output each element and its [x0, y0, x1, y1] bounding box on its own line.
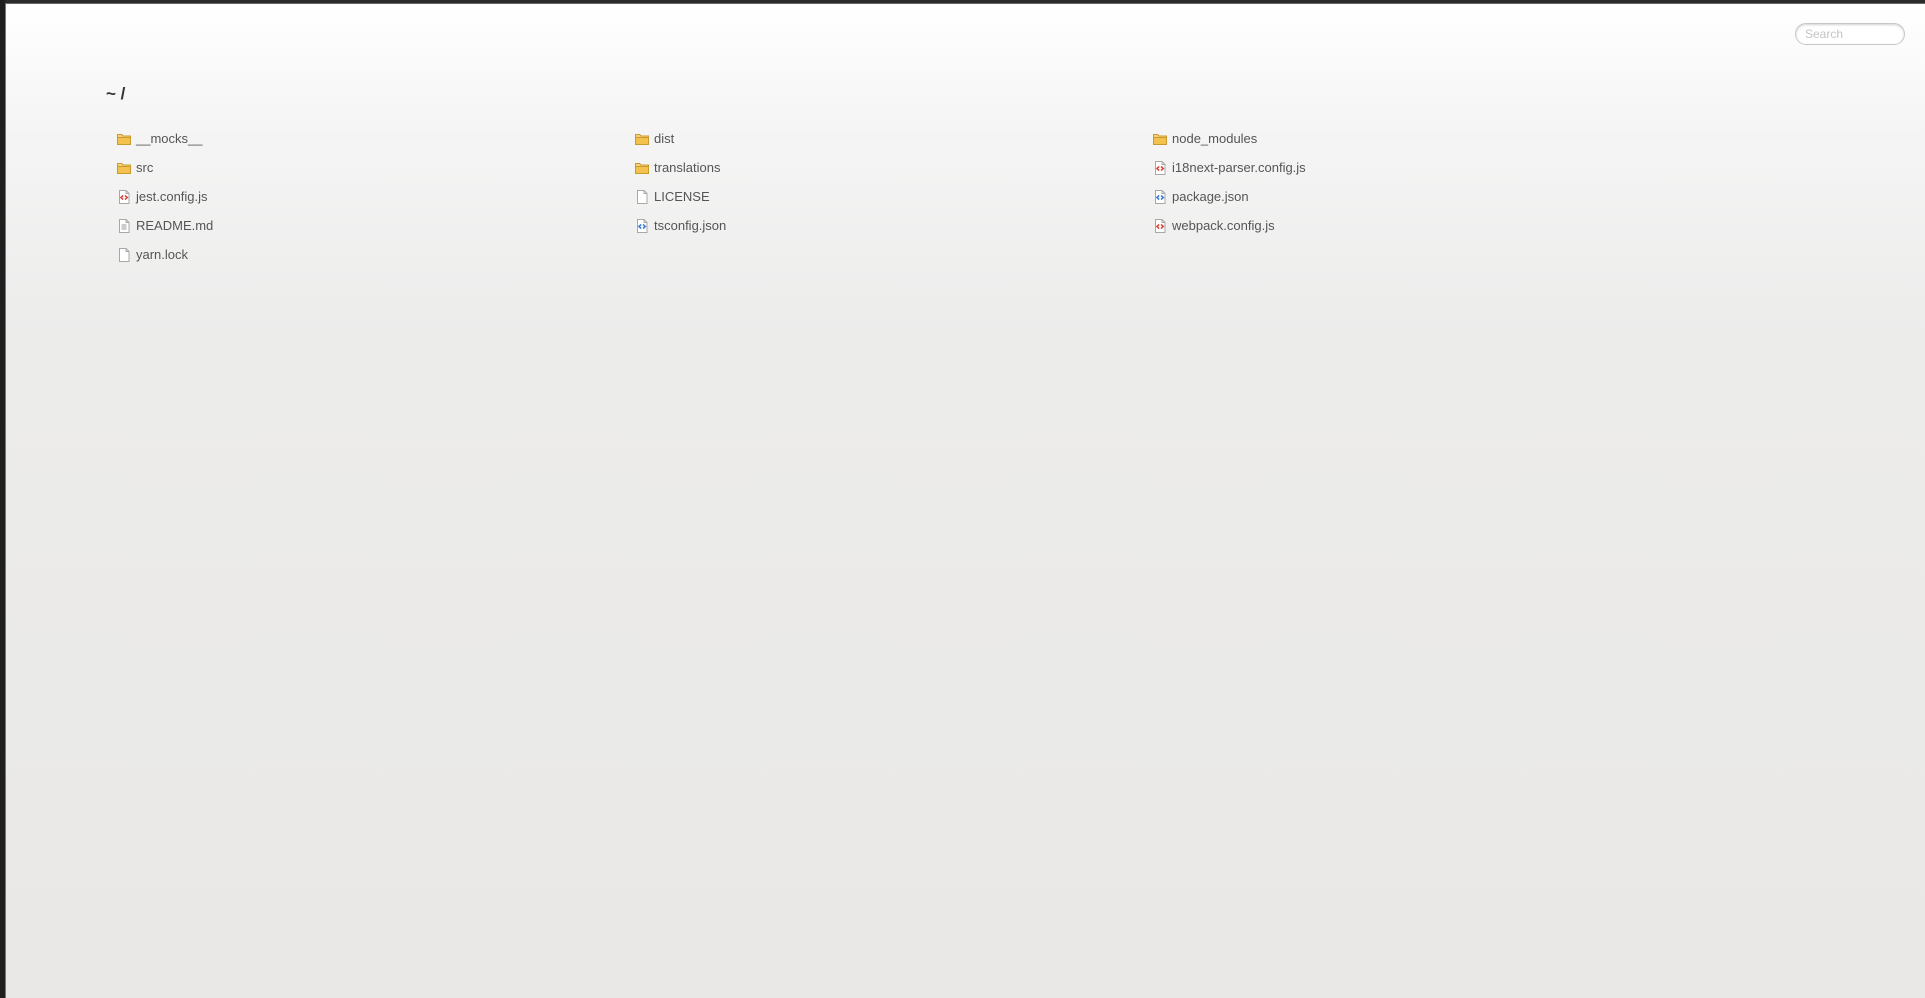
search-input[interactable] — [1795, 23, 1905, 45]
search-box — [1795, 23, 1905, 45]
file-item[interactable]: __mocks__ — [116, 124, 634, 153]
file-item[interactable]: package.json — [1152, 182, 1670, 211]
file-list: __mocks__ dist node_modulessrc translations… — [116, 124, 1670, 269]
blank-file-icon — [116, 247, 132, 263]
js-file-icon — [116, 189, 132, 205]
file-name: dist — [654, 131, 675, 146]
file-item[interactable]: src — [116, 153, 634, 182]
folder-icon — [1152, 131, 1168, 147]
file-name: package.json — [1172, 189, 1249, 204]
folder-icon — [116, 131, 132, 147]
folder-icon — [634, 131, 650, 147]
file-item[interactable]: yarn.lock — [116, 240, 634, 269]
file-item[interactable]: tsconfig.json — [634, 211, 1152, 240]
json-file-icon — [1152, 189, 1168, 205]
file-name: __mocks__ — [136, 131, 203, 146]
file-name: webpack.config.js — [1172, 218, 1275, 233]
file-item[interactable]: i18next-parser.config.js — [1152, 153, 1670, 182]
file-item[interactable]: dist — [634, 124, 1152, 153]
file-name: node_modules — [1172, 131, 1258, 146]
page-title: ~ / — [106, 84, 126, 103]
file-name: tsconfig.json — [654, 218, 727, 233]
file-item[interactable]: webpack.config.js — [1152, 211, 1670, 240]
file-name: README.md — [136, 218, 214, 233]
js-file-icon — [1152, 218, 1168, 234]
folder-icon — [634, 160, 650, 176]
file-item[interactable]: README.md — [116, 211, 634, 240]
file-name: i18next-parser.config.js — [1172, 160, 1306, 175]
file-name: src — [136, 160, 154, 175]
file-item[interactable]: jest.config.js — [116, 182, 634, 211]
file-name: translations — [654, 160, 721, 175]
json-file-icon — [634, 218, 650, 234]
folder-icon — [116, 160, 132, 176]
file-name: LICENSE — [654, 189, 710, 204]
file-name: jest.config.js — [136, 189, 208, 204]
js-file-icon — [1152, 160, 1168, 176]
file-item[interactable]: node_modules — [1152, 124, 1670, 153]
directory-listing-page: ~ / __mocks__ dist node_modulessrc translat… — [5, 3, 1925, 998]
file-name: yarn.lock — [136, 247, 189, 262]
file-item[interactable]: LICENSE — [634, 182, 1152, 211]
blank-file-icon — [634, 189, 650, 205]
file-item[interactable]: translations — [634, 153, 1152, 182]
text-file-icon — [116, 218, 132, 234]
